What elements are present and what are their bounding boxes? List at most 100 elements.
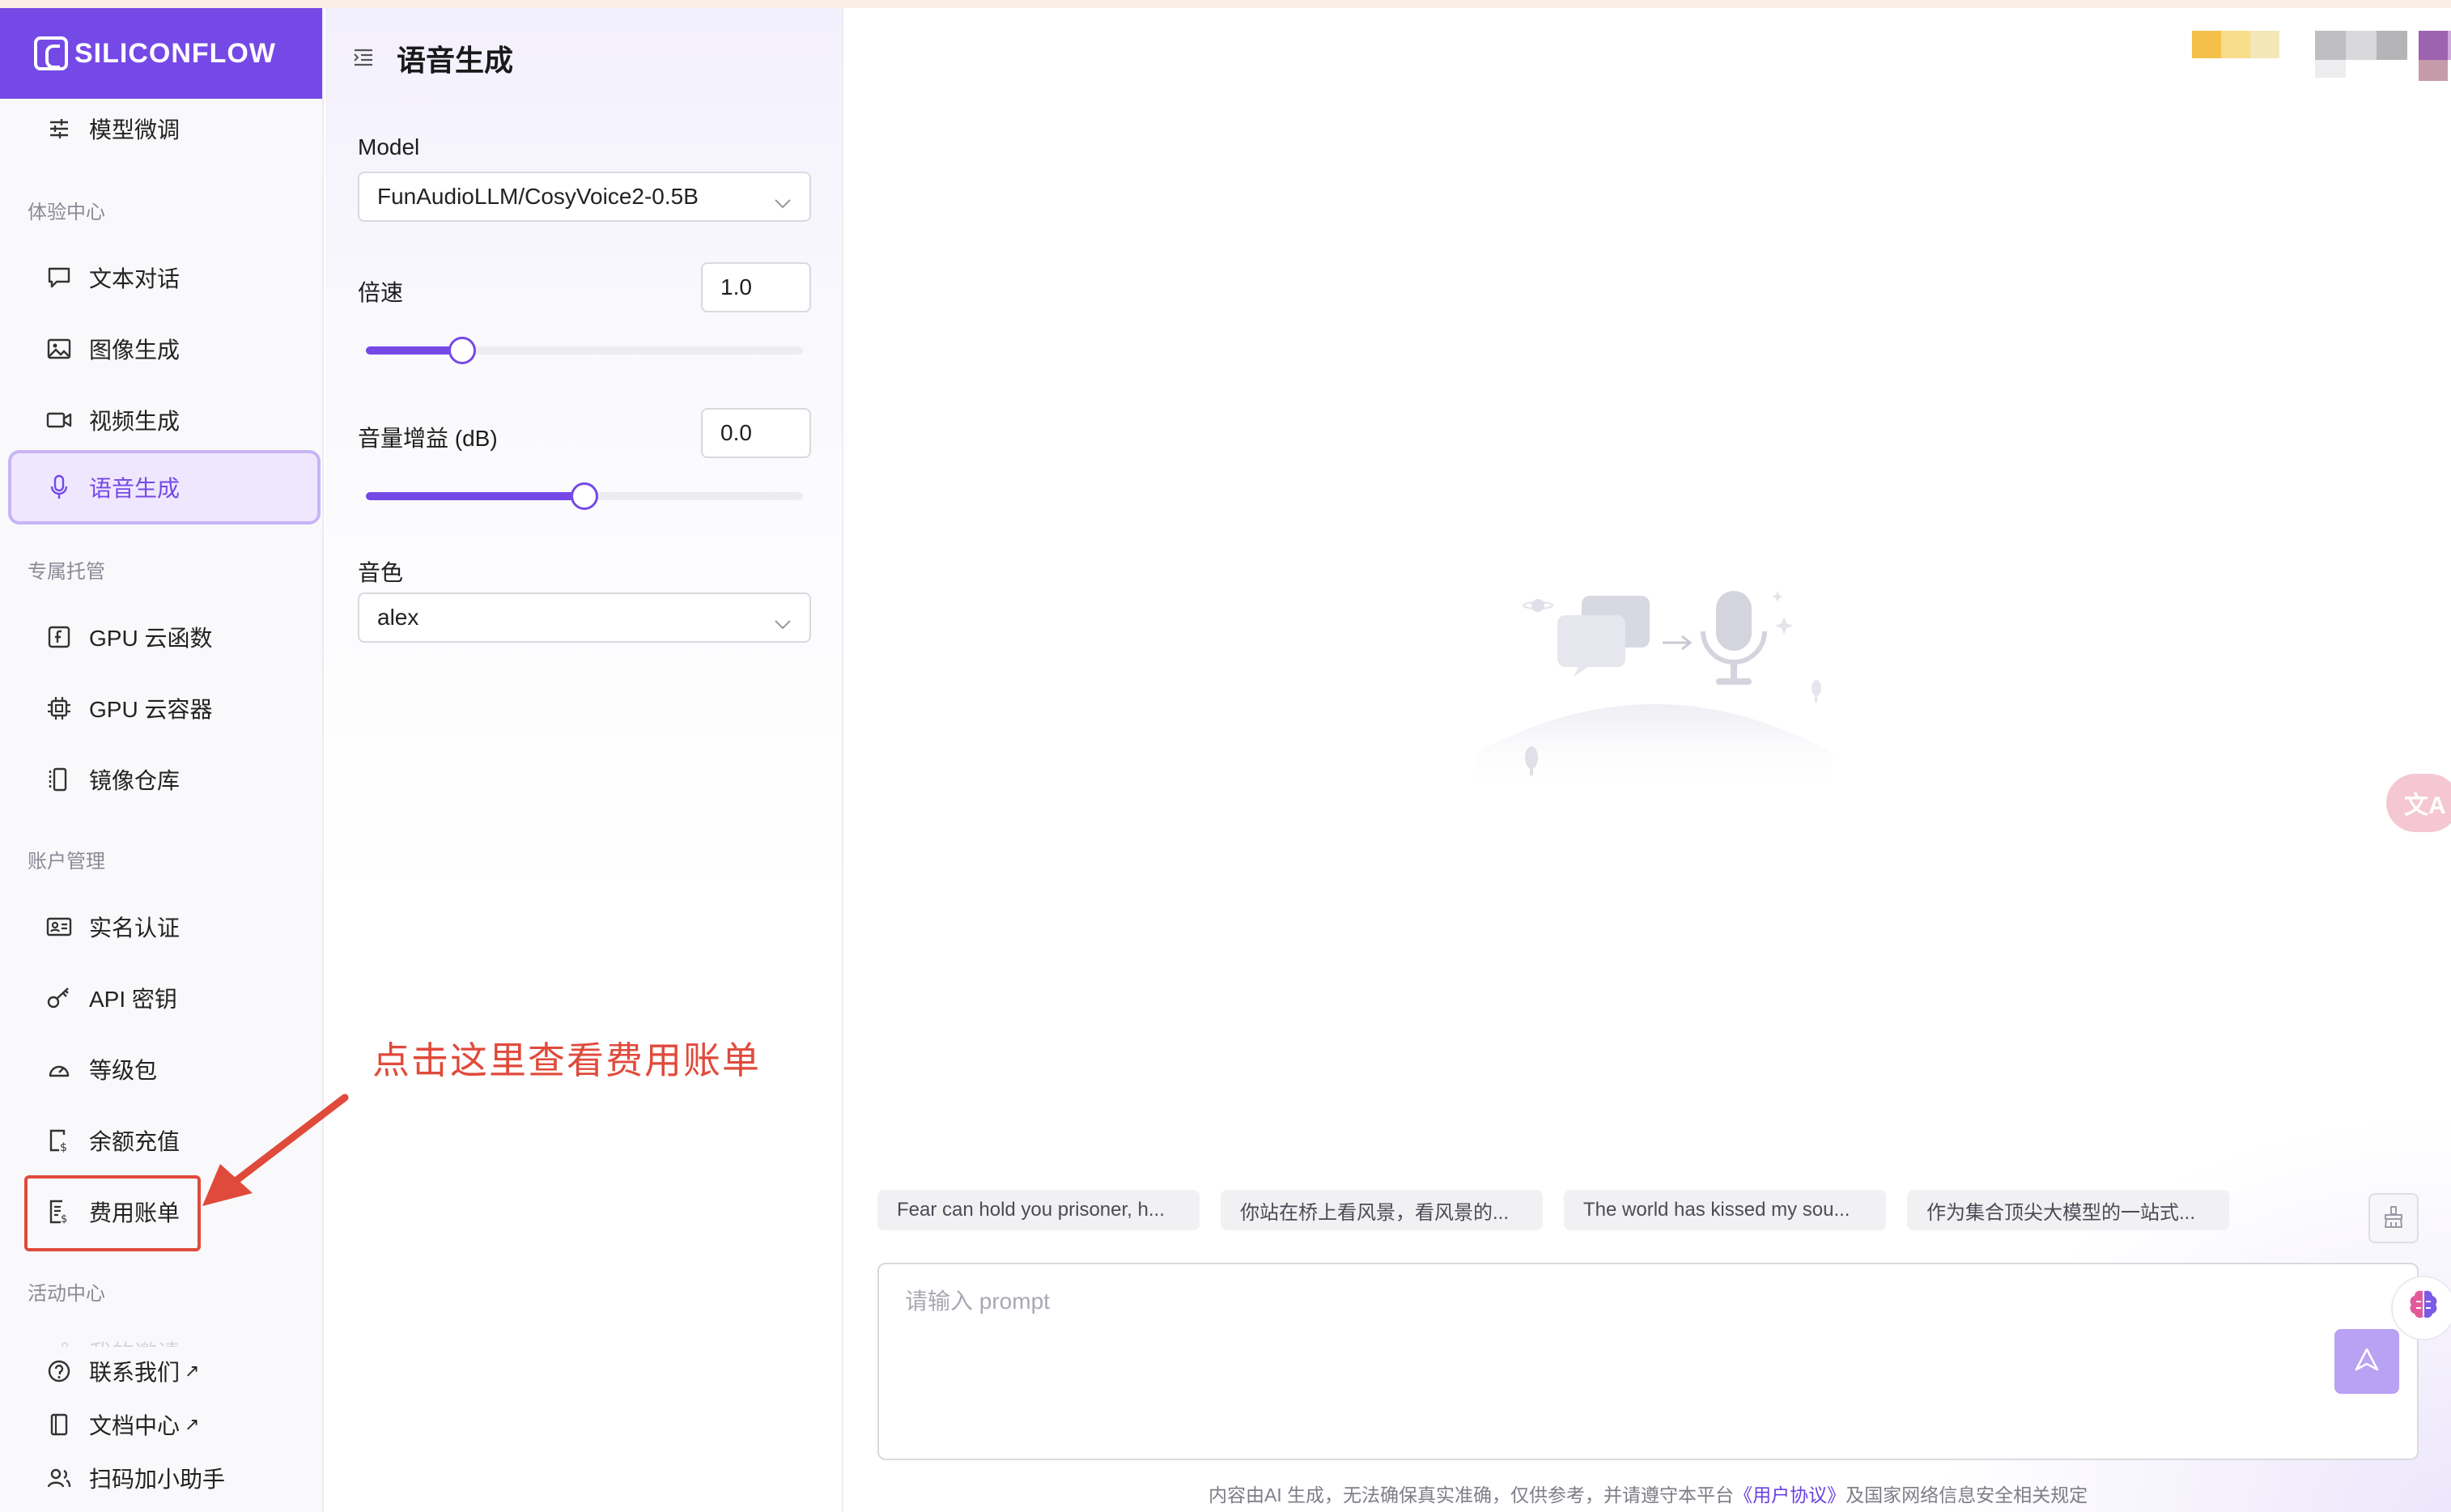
suggestion-chip[interactable]: Fear can hold you prisoner, h...: [877, 1190, 1200, 1230]
gain-label: 音量增益 (dB): [358, 426, 498, 451]
sidebar-link-contact[interactable]: 联系我们 ↗: [8, 1347, 321, 1395]
slider-thumb[interactable]: [448, 337, 476, 364]
sidebar-group-dedicated: 专属托管: [28, 561, 105, 583]
sidebar-item-image-gen[interactable]: 图像生成: [8, 316, 321, 382]
suggestion-chip[interactable]: 作为集合顶尖大模型的一站式...: [1907, 1190, 2229, 1230]
brain-icon: [2406, 1289, 2440, 1328]
sidebar-item-label: 实名认证: [89, 915, 181, 941]
gain-slider[interactable]: [366, 482, 803, 510]
sidebar-item-label: 文本对话: [89, 266, 181, 291]
translate-icon: 文A: [2404, 792, 2446, 819]
main-area: 文A Fear can hold you prisoner, h... 你站在桥…: [845, 8, 2451, 1512]
image-icon: [45, 335, 73, 363]
sidebar-item-label: 视频生成: [89, 409, 181, 434]
key-icon: [45, 984, 73, 1012]
sidebar-item-text-chat[interactable]: 文本对话: [8, 244, 321, 311]
translate-button[interactable]: 文A: [2386, 774, 2451, 832]
speed-label: 倍速: [358, 280, 404, 305]
sidebar-link-label: 扫码加小助手: [89, 1467, 226, 1492]
send-button[interactable]: [2334, 1329, 2399, 1394]
sidebar-item-label: 语音生成: [89, 476, 181, 501]
slider-thumb[interactable]: [571, 482, 598, 510]
suggestion-chip[interactable]: 你站在桥上看风景，看风景的...: [1221, 1190, 1543, 1230]
sidebar-group-activity: 活动中心: [28, 1283, 105, 1305]
prompt-box: [877, 1263, 2419, 1460]
sidebar-item-label: GPU 云容器: [89, 697, 213, 722]
assistant-button[interactable]: [2391, 1276, 2451, 1340]
slider-fill: [366, 346, 462, 355]
send-icon: [2353, 1346, 2381, 1378]
sidebar-item-video-gen[interactable]: 视频生成: [8, 387, 321, 453]
footer-text: 内容由AI 生成，无法确保真实准确，仅供参考，并请遵守本平台: [1208, 1484, 1735, 1506]
model-select[interactable]: FunAudioLLM/CosyVoice2-0.5B: [358, 172, 811, 222]
prompt-input[interactable]: [879, 1264, 2417, 1459]
help-circle-icon: [45, 1357, 73, 1385]
external-link-icon: ↗: [185, 1361, 200, 1381]
sidebar-item-label: 等级包: [89, 1058, 158, 1083]
sidebar-item-finetune[interactable]: 模型微调: [8, 96, 321, 162]
user-avatar[interactable]: [2111, 24, 2451, 81]
sidebar: SILICONFLOW 模型微调 体验中心 文本对话 图像生成 视频生成 语音生…: [0, 8, 324, 1512]
gain-input[interactable]: 0.0: [701, 408, 811, 458]
logo-text: SILICONFLOW: [74, 37, 276, 69]
logo[interactable]: SILICONFLOW: [0, 8, 322, 99]
chevron-down-icon: [774, 610, 792, 636]
sidebar-item-label: 余额充值: [89, 1129, 181, 1154]
broom-icon: [2381, 1204, 2406, 1233]
sidebar-item-label: API 密钥: [89, 987, 177, 1012]
suggestion-chip[interactable]: The world has kissed my sou...: [1564, 1190, 1886, 1230]
id-card-icon: [45, 913, 73, 941]
page-header: 语音生成: [353, 37, 513, 79]
logo-icon: [34, 36, 68, 70]
book-icon: [45, 1411, 73, 1438]
page-title: 语音生成: [397, 44, 514, 77]
settings-panel: 语音生成 Model FunAudioLLM/CosyVoice2-0.5B 倍…: [325, 8, 843, 1512]
sidebar-item-gpu-function[interactable]: GPU 云函数: [8, 604, 321, 670]
slider-fill: [366, 492, 584, 500]
user-agreement-link[interactable]: 《用户协议》: [1734, 1484, 1846, 1506]
sidebar-item-label: GPU 云函数: [89, 626, 213, 651]
registry-icon: [45, 766, 73, 793]
sidebar-item-label: 镜像仓库: [89, 768, 181, 793]
voice-select-value: alex: [377, 605, 419, 630]
speed-slider[interactable]: [366, 337, 803, 364]
chip-icon: [45, 694, 73, 722]
external-link-icon: ↗: [185, 1414, 200, 1434]
clear-button[interactable]: [2368, 1193, 2419, 1243]
sidebar-group-experience: 体验中心: [28, 202, 105, 223]
sidebar-item-speech-gen[interactable]: 语音生成: [8, 450, 321, 525]
annotation-highlight-box: [24, 1175, 201, 1251]
sidebar-item-label: 模型微调: [89, 117, 181, 142]
sidebar-item-gpu-container[interactable]: GPU 云容器: [8, 675, 321, 741]
sidebar-item-image-registry[interactable]: 镜像仓库: [8, 746, 321, 813]
voice-select[interactable]: alex: [358, 592, 811, 643]
prompt-suggestions: Fear can hold you prisoner, h... 你站在桥上看风…: [877, 1190, 2250, 1230]
model-select-value: FunAudioLLM/CosyVoice2-0.5B: [377, 184, 699, 209]
video-camera-icon: [45, 406, 73, 434]
empty-state-illustration: [1476, 591, 1833, 793]
browser-top-edge: [0, 0, 2451, 8]
sidebar-item-api-key[interactable]: API 密钥: [8, 965, 321, 1031]
sidebar-link-label: 联系我们: [89, 1360, 181, 1385]
gauge-icon: [45, 1055, 73, 1083]
collapse-menu-icon[interactable]: [353, 47, 376, 70]
annotation-arrow-icon: [202, 1094, 349, 1206]
sidebar-link-assistant[interactable]: 扫码加小助手: [8, 1454, 321, 1502]
annotation-text: 点击这里查看费用账单: [372, 1039, 761, 1081]
function-icon: [45, 623, 73, 651]
footer-disclaimer: 内容由AI 生成，无法确保真实准确，仅供参考，并请遵守本平台《用户协议》及国家网…: [845, 1480, 2451, 1507]
sliders-icon: [45, 115, 73, 142]
microphone-icon: [45, 474, 73, 501]
users-icon: [45, 1464, 73, 1492]
chat-bubble-icon: [45, 264, 73, 291]
svg-text:$: $: [60, 1141, 67, 1153]
speed-input[interactable]: 1.0: [701, 262, 811, 312]
chevron-down-icon: [774, 189, 792, 215]
model-label: Model: [358, 134, 420, 159]
wallet-icon: $: [45, 1127, 73, 1154]
sidebar-group-account: 账户管理: [28, 851, 105, 873]
voice-label: 音色: [358, 560, 404, 585]
sidebar-item-real-name[interactable]: 实名认证: [8, 894, 321, 960]
sidebar-link-label: 文档中心: [89, 1413, 181, 1438]
sidebar-link-docs[interactable]: 文档中心 ↗: [8, 1400, 321, 1449]
